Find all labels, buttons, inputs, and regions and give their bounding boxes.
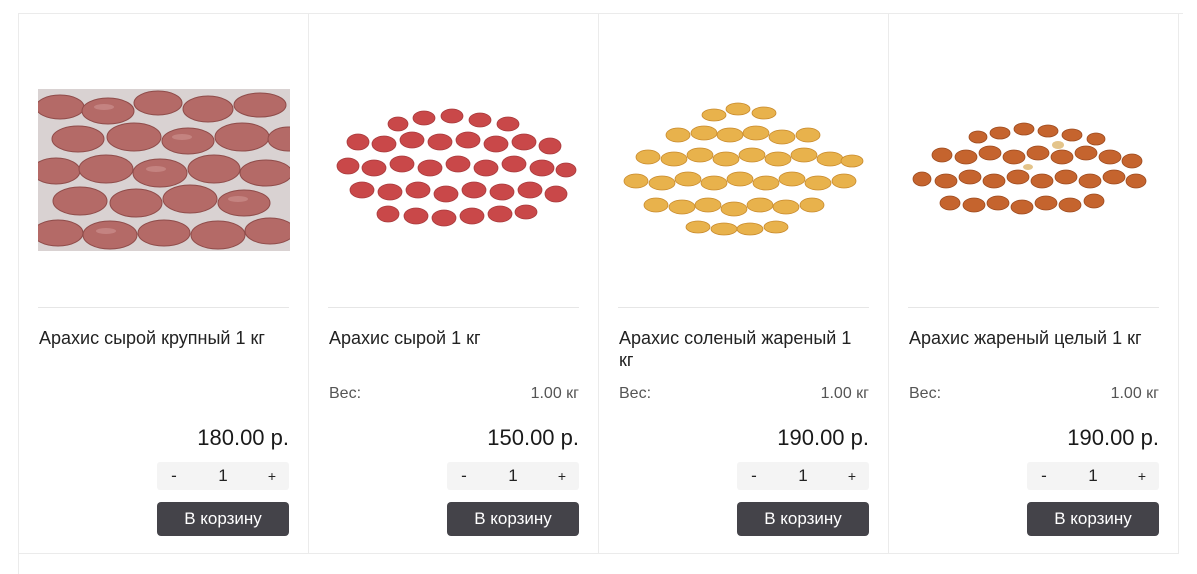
quantity-stepper[interactable]: - 1 + [447,462,579,490]
product-price: 190.00 р. [777,425,869,450]
qty-increase-button[interactable]: + [255,468,289,484]
quantity-stepper[interactable]: - 1 + [1027,462,1159,490]
qty-value[interactable]: 1 [1061,466,1125,486]
product-image[interactable] [618,34,870,306]
qty-decrease-button[interactable]: - [737,466,771,486]
product-image[interactable] [908,34,1160,306]
weight-row: Вес: 1.00 кг [909,385,1159,403]
product-card: Арахис жареный целый 1 кг Вес: 1.00 кг 1… [889,14,1179,554]
add-to-cart-button[interactable]: В корзину [737,502,869,536]
product-price: 150.00 р. [487,425,579,450]
qty-increase-button[interactable]: + [545,468,579,484]
product-title[interactable]: Арахис сырой 1 кг [329,327,579,349]
product-image[interactable] [38,34,290,306]
product-title[interactable]: Арахис соленый жареный 1 кг [619,327,869,371]
quantity-stepper[interactable]: - 1 + [737,462,869,490]
weight-row: Вес: 1.00 кг [329,385,579,403]
product-grid: Арахис сырой крупный 1 кг 180.00 р. - 1 … [18,13,1183,574]
weight-value: 1.00 кг [820,385,869,402]
raw-large-peanuts-photo [38,89,290,251]
card-divider [38,307,289,308]
product-card: Арахис сырой крупный 1 кг 180.00 р. - 1 … [19,14,309,554]
product-title[interactable]: Арахис сырой крупный 1 кг [39,327,289,349]
add-to-cart-button[interactable]: В корзину [1027,502,1159,536]
weight-value: 1.00 кг [1110,385,1159,402]
qty-value[interactable]: 1 [771,466,835,486]
qty-increase-button[interactable]: + [835,468,869,484]
qty-increase-button[interactable]: + [1125,468,1159,484]
qty-decrease-button[interactable]: - [1027,466,1061,486]
weight-label: Вес: [329,385,362,402]
quantity-stepper[interactable]: - 1 + [157,462,289,490]
weight-label: Вес: [619,385,652,402]
whole-roasted-peanuts-photo [912,122,1147,215]
product-title[interactable]: Арахис жареный целый 1 кг [909,327,1159,349]
product-card: Арахис сырой 1 кг Вес: 1.00 кг 150.00 р.… [309,14,599,554]
card-divider [328,307,579,308]
product-price: 190.00 р. [1067,425,1159,450]
product-price: 180.00 р. [197,425,289,450]
weight-label: Вес: [909,385,942,402]
weight-value: 1.00 кг [530,385,579,402]
qty-decrease-button[interactable]: - [157,466,191,486]
add-to-cart-button[interactable]: В корзину [447,502,579,536]
salted-roasted-peanuts-photo [623,102,864,236]
product-card: Арахис соленый жареный 1 кг Вес: 1.00 кг… [599,14,889,554]
add-to-cart-button[interactable]: В корзину [157,502,289,536]
product-image[interactable] [328,34,580,306]
card-divider [618,307,869,308]
raw-peanuts-photo [336,108,577,227]
qty-value[interactable]: 1 [191,466,255,486]
qty-decrease-button[interactable]: - [447,466,481,486]
card-divider [908,307,1159,308]
qty-value[interactable]: 1 [481,466,545,486]
weight-row: Вес: 1.00 кг [619,385,869,403]
